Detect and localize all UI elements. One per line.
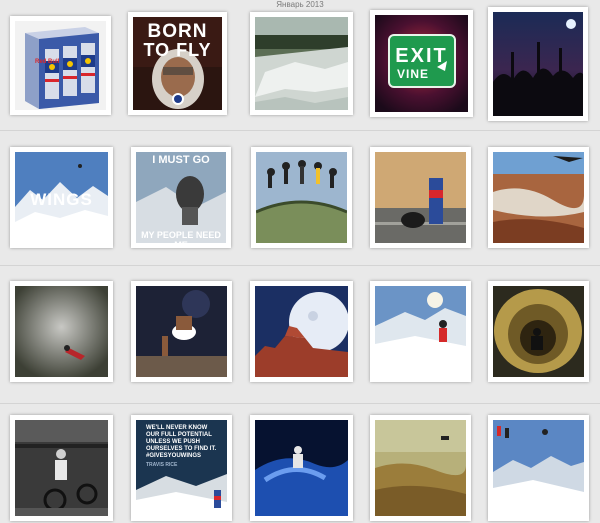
photo-tile-wings-snowboard[interactable]: WINGS — [10, 147, 113, 248]
exit-sign-line1: EXIT — [395, 45, 448, 67]
photo-can-road — [375, 152, 466, 243]
photo-tile-desert-jump[interactable] — [370, 415, 471, 521]
photo-tile-i-must-go[interactable]: I MUST GO MY PEOPLE NEED ME — [131, 147, 231, 248]
can-brand-text: Red Bull — [35, 59, 60, 65]
photo-tile-breakdancer[interactable] — [131, 281, 232, 382]
photo-moon-rock — [255, 286, 348, 377]
photo-tile-snow-rider[interactable] — [370, 281, 471, 382]
photo-born-to-fly-poster: BORN TO FLY — [133, 17, 222, 110]
photo-tile-cliff-jump[interactable] — [10, 281, 113, 382]
photo-tile-waterfall[interactable] — [250, 12, 353, 115]
photo-redbull-pack: Red Bull — [15, 21, 106, 110]
photo-exit-vine-sign: EXIT VINE — [375, 15, 468, 112]
quote-hashtag: #GIVESYOUWINGS — [146, 453, 202, 459]
photo-tile-skydivers[interactable] — [251, 147, 352, 248]
photo-skydivers-formation — [256, 152, 347, 243]
photo-breakdancer — [136, 286, 227, 377]
photo-desert-jump — [375, 420, 466, 516]
must-go-top-text: I MUST GO — [152, 154, 210, 166]
photo-concert-crowd — [493, 12, 583, 116]
photo-tile-moon-rock[interactable] — [250, 281, 353, 382]
photo-cliff-jump — [15, 286, 108, 377]
exit-sign-line2: VINE — [397, 67, 430, 81]
row-divider — [0, 130, 600, 131]
photo-tile-night-surfer[interactable] — [250, 415, 353, 521]
photo-tile-quote-poster[interactable]: WE'LL NEVER KNOW OUR FULL POTENTIAL UNLE… — [131, 415, 232, 521]
row-divider — [0, 403, 600, 404]
quote-author: TRAVIS RICE — [146, 462, 178, 468]
photo-tile-born-to-fly[interactable]: BORN TO FLY — [128, 12, 227, 115]
photo-snow-rider — [375, 286, 466, 377]
row-divider — [0, 265, 600, 266]
photo-tile-exit-vine[interactable]: EXIT VINE — [370, 10, 473, 117]
photo-i-must-go-poster: I MUST GO MY PEOPLE NEED ME — [136, 152, 226, 243]
photo-tile-redbull-pack[interactable]: Red Bull — [10, 16, 111, 115]
photo-tile-bmx-rider[interactable] — [10, 415, 113, 521]
photo-night-surfer — [255, 420, 348, 516]
photo-tile-ski-jump[interactable] — [488, 415, 589, 521]
photo-tile-wave-surfer[interactable] — [488, 281, 589, 382]
photo-quote-poster: WE'LL NEVER KNOW OUR FULL POTENTIAL UNLE… — [136, 420, 227, 516]
poster-title-line2: TO FLY — [143, 40, 212, 60]
wings-title: WINGS — [30, 190, 93, 209]
photo-ski-jump — [493, 420, 584, 516]
photo-canyon-aerial — [493, 152, 584, 243]
photo-tile-canyon-aerial[interactable] — [488, 147, 589, 248]
photo-wave-surfer — [493, 286, 584, 377]
photo-wings-mountains: WINGS — [15, 152, 108, 243]
photo-tile-can-on-road[interactable] — [370, 147, 471, 248]
must-go-bottom-text: MY PEOPLE NEED ME — [141, 230, 221, 243]
photo-waterfall — [255, 17, 348, 110]
photo-tile-concert-crowd[interactable] — [488, 7, 588, 121]
photo-bmx-rider — [15, 420, 108, 516]
